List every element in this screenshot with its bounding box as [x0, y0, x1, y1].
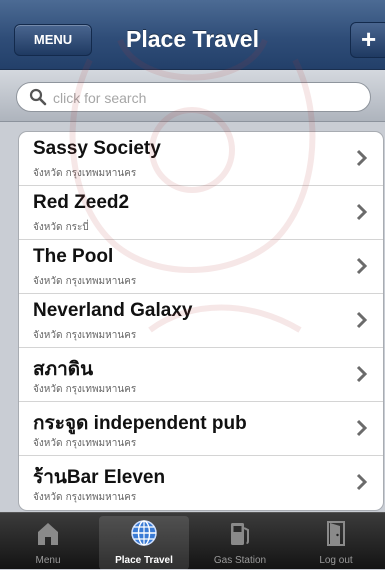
tab-place-travel[interactable]: Place Travel	[96, 513, 192, 570]
place-province: จังหวัด กรุงเทพมหานคร	[33, 438, 137, 449]
place-province: จังหวัด กรุงเทพมหานคร	[33, 384, 137, 395]
place-list: Sassy Society จังหวัด กรุงเทพมหานคร Red …	[18, 131, 384, 511]
list-item[interactable]: สภาดิน จังหวัด กรุงเทพมหานคร	[19, 348, 383, 402]
tab-log-out[interactable]: Log out	[288, 513, 384, 570]
list-item[interactable]: Neverland Galaxy จังหวัด กรุงเทพมหานคร	[19, 294, 383, 348]
search-field[interactable]	[16, 82, 371, 112]
search-input[interactable]	[51, 86, 355, 110]
place-name: The Pool	[33, 246, 114, 267]
list-item[interactable]: Sassy Society จังหวัด กรุงเทพมหานคร	[19, 132, 383, 186]
chevron-right-icon	[356, 257, 368, 275]
tab-label: Gas Station	[213, 555, 267, 566]
page-title: Place Travel	[126, 26, 259, 52]
navigation-bar: MENU Place Travel +	[0, 0, 385, 70]
place-name: ร้านBar Eleven	[33, 467, 166, 488]
tab-label: Log out	[319, 555, 353, 566]
tab-label: Place Travel	[115, 555, 173, 566]
list-item[interactable]: The Pool จังหวัด กรุงเทพมหานคร	[19, 240, 383, 294]
place-name: สภาดิน	[33, 359, 94, 380]
tab-bar: Menu Place Travel Gas Station Log out	[0, 512, 385, 570]
chevron-right-icon	[356, 365, 368, 383]
chevron-right-icon	[356, 473, 368, 491]
door-icon	[327, 521, 345, 546]
home-icon	[38, 523, 58, 545]
place-province: จังหวัด กระบี่	[33, 222, 89, 233]
add-place-button[interactable]: +	[350, 22, 385, 58]
search-icon	[29, 88, 47, 106]
chevron-right-icon	[356, 419, 368, 437]
globe-icon	[131, 520, 157, 546]
list-item[interactable]: กระจูด independent pub จังหวัด กรุงเทพมห…	[19, 402, 383, 456]
list-item[interactable]: ร้านBar Eleven จังหวัด กรุงเทพมหานคร	[19, 456, 383, 510]
place-province: จังหวัด กรุงเทพมหานคร	[33, 276, 137, 287]
place-province: จังหวัด กรุงเทพมหานคร	[33, 492, 137, 503]
chevron-right-icon	[356, 149, 368, 167]
place-name: Sassy Society	[33, 138, 161, 159]
menu-button[interactable]: MENU	[14, 24, 92, 56]
place-province: จังหวัด กรุงเทพมหานคร	[33, 330, 137, 341]
tab-gas-station[interactable]: Gas Station	[192, 513, 288, 570]
place-name: Neverland Galaxy	[33, 300, 193, 321]
place-name: Red Zeed2	[33, 192, 130, 213]
search-bar	[0, 70, 385, 122]
chevron-right-icon	[356, 203, 368, 221]
list-item[interactable]: Red Zeed2 จังหวัด กระบี่	[19, 186, 383, 240]
tab-label: Menu	[35, 555, 61, 566]
place-province: จังหวัด กรุงเทพมหานคร	[33, 168, 137, 179]
gas-pump-icon	[231, 523, 249, 545]
place-name: กระจูด independent pub	[33, 413, 247, 434]
tab-menu[interactable]: Menu	[0, 513, 96, 570]
chevron-right-icon	[356, 311, 368, 329]
